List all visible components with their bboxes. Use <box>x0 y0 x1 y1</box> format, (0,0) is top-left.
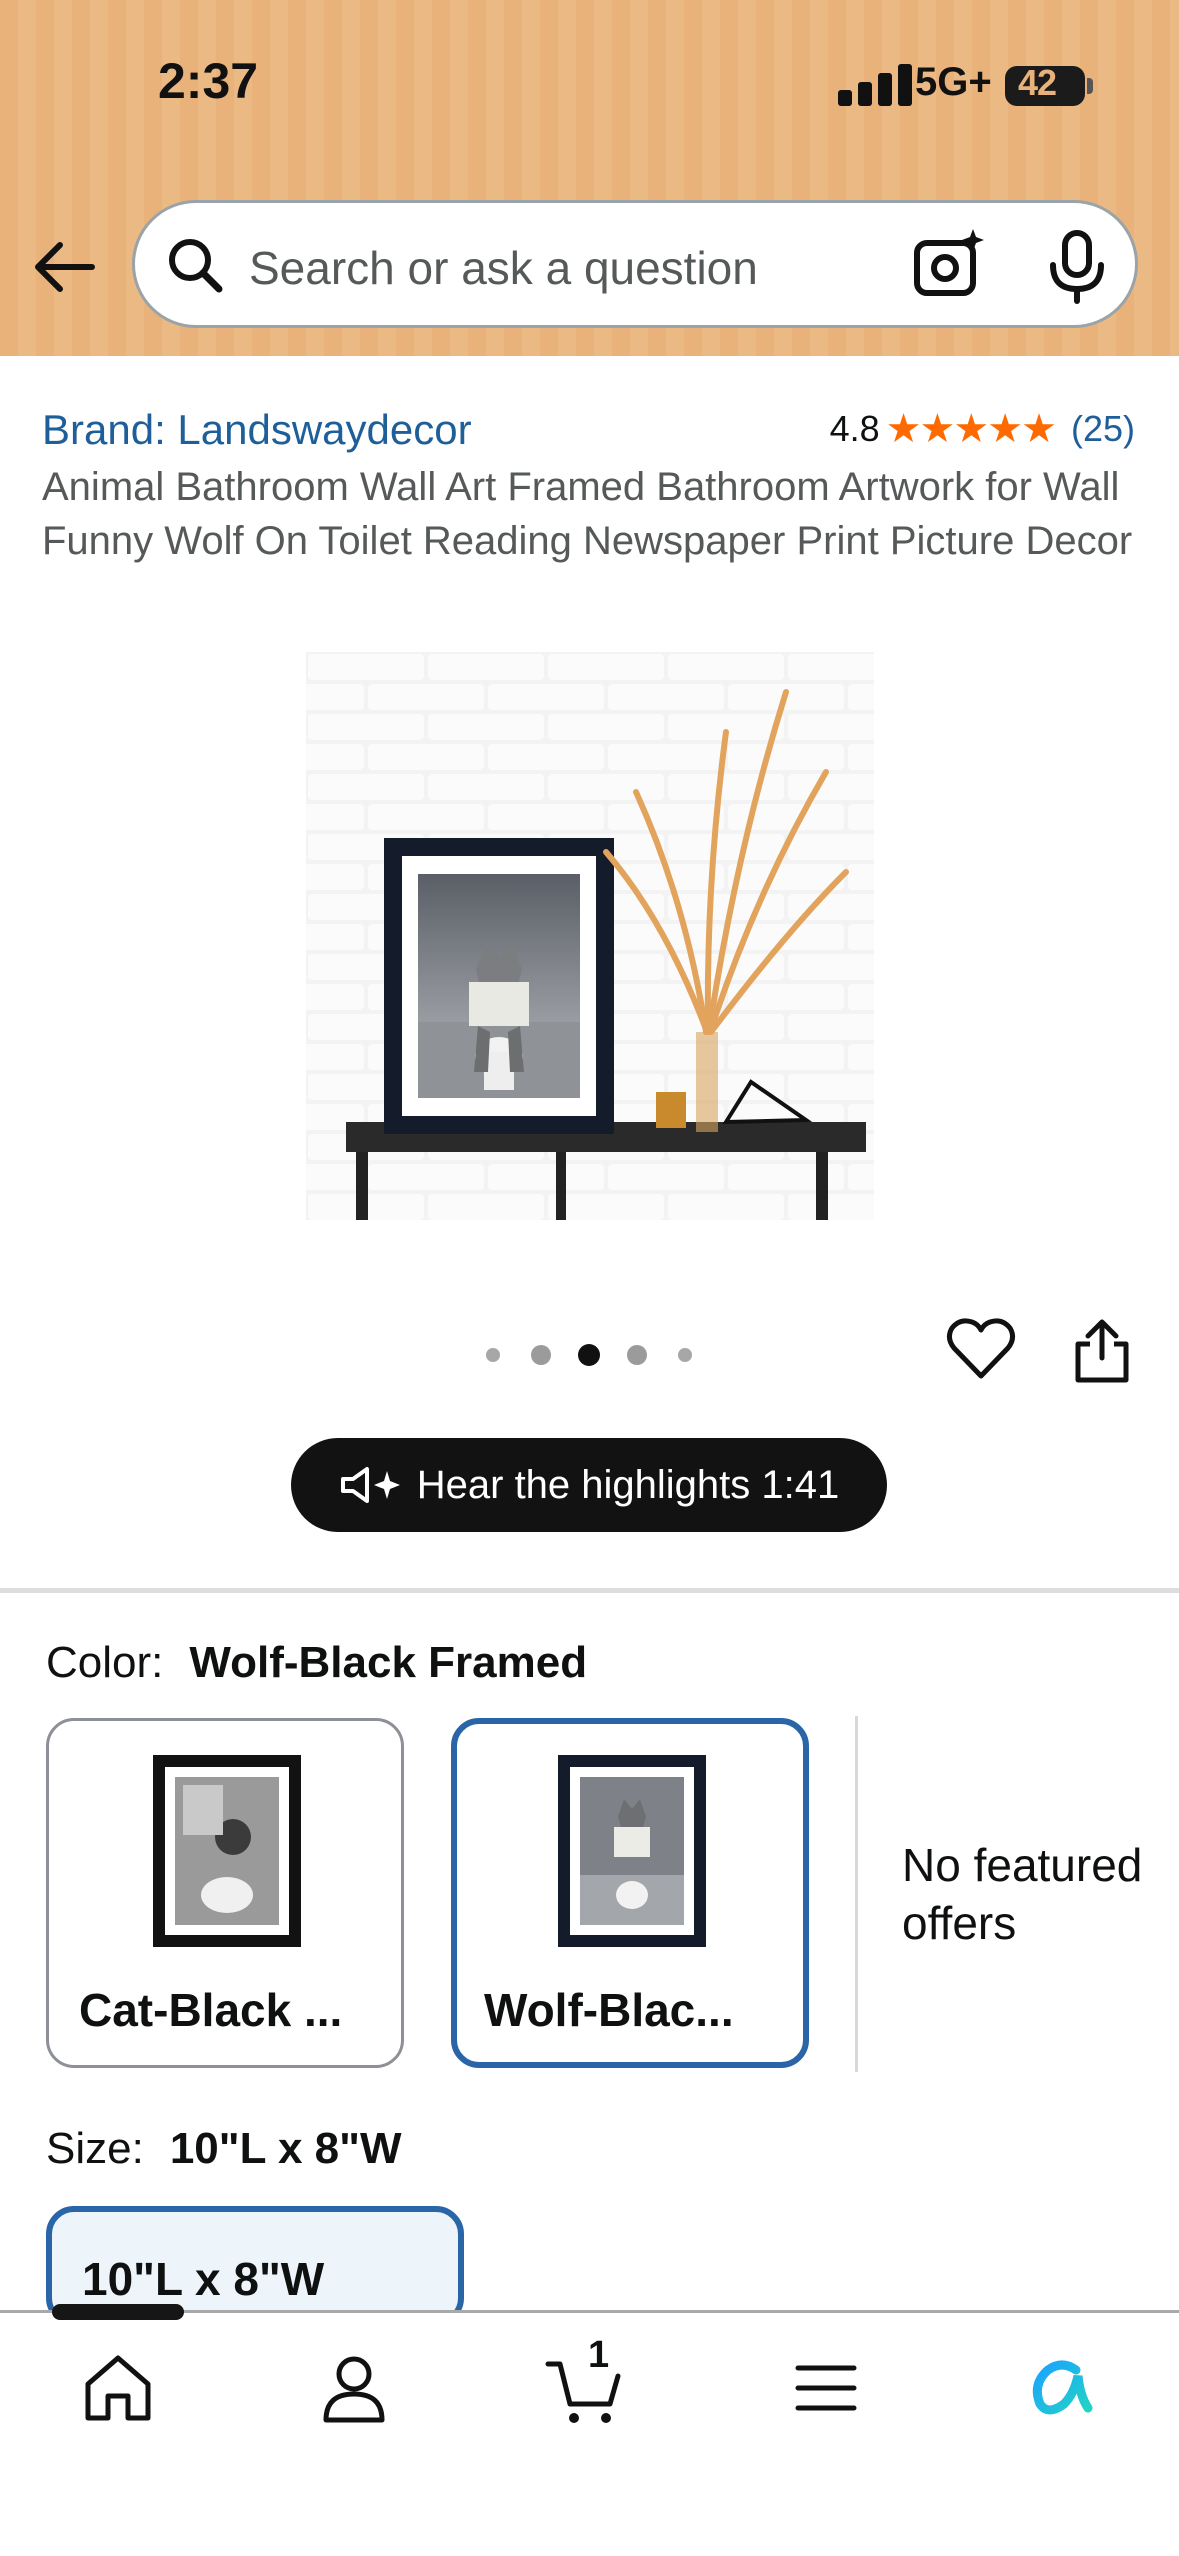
color-option-wolf[interactable]: Wolf-Blac... <box>451 1718 809 2068</box>
speaker-sparkle-icon <box>340 1467 400 1503</box>
color-option-label: Cat-Black ... <box>79 1984 343 2036</box>
cellular-signal-icon <box>838 64 912 106</box>
microphone-icon[interactable] <box>1045 229 1109 305</box>
search-bar[interactable]: Search or ask a question <box>132 200 1138 328</box>
size-selected-value: 10"L x 8"W <box>169 2124 402 2173</box>
rating-value: 4.8 <box>829 408 880 449</box>
color-selected-value: Wolf-Black Framed <box>189 1638 588 1687</box>
home-icon[interactable] <box>78 2348 158 2428</box>
color-label: Color: <box>46 1638 164 1687</box>
rufus-ai-icon[interactable] <box>1022 2348 1102 2428</box>
hear-highlights-label: Hear the highlights 1:41 <box>416 1462 840 1507</box>
search-input[interactable]: Search or ask a question <box>249 241 758 295</box>
section-divider <box>0 1588 1179 1593</box>
size-option-label: 10"L x 8"W <box>82 2253 325 2305</box>
heart-icon[interactable] <box>946 1316 1016 1382</box>
image-carousel-dots[interactable] <box>486 1340 696 1370</box>
no-featured-offers: No featured offers <box>902 1839 1143 1949</box>
color-selector-label: Color: Wolf-Black Framed <box>46 1638 587 1688</box>
camera-search-icon[interactable] <box>911 227 987 303</box>
search-icon <box>169 239 223 293</box>
network-type: 5G+ <box>915 60 992 104</box>
status-time: 2:37 <box>158 53 259 109</box>
brand-link[interactable]: Brand: Landswaydecor <box>42 406 472 454</box>
cart-count: 1 <box>588 2334 610 2376</box>
share-icon[interactable] <box>1072 1318 1132 1384</box>
wolf-frame-thumbnail <box>558 1755 706 1947</box>
star-rating-icon: ★★★★★ <box>885 407 1057 451</box>
active-tab-indicator <box>52 2304 184 2320</box>
app-header: 2:37 5G+ 42 Search or ask a question <box>0 0 1179 356</box>
hear-highlights-button[interactable]: Hear the highlights 1:41 <box>291 1438 887 1532</box>
battery-cap <box>1087 78 1093 94</box>
size-label: Size: <box>46 2124 144 2173</box>
swatch-separator <box>855 1716 858 2072</box>
product-rating[interactable]: 4.8 ★★★★★ (25) <box>830 406 1135 452</box>
size-selector-label: Size: 10"L x 8"W <box>46 2124 402 2174</box>
back-arrow-icon[interactable] <box>30 232 100 302</box>
cat-frame-thumbnail <box>153 1755 301 1947</box>
product-image[interactable] <box>306 652 874 1220</box>
menu-icon[interactable] <box>786 2348 866 2428</box>
battery-level: 42 <box>1018 62 1057 103</box>
rating-count[interactable]: (25) <box>1071 408 1135 450</box>
product-title: Animal Bathroom Wall Art Framed Bathroom… <box>42 465 1133 563</box>
color-option-cat[interactable]: Cat-Black ... <box>46 1718 404 2068</box>
account-icon[interactable] <box>314 2348 394 2428</box>
cart-icon[interactable] <box>544 2348 624 2428</box>
color-option-label: Wolf-Blac... <box>484 1984 734 2036</box>
